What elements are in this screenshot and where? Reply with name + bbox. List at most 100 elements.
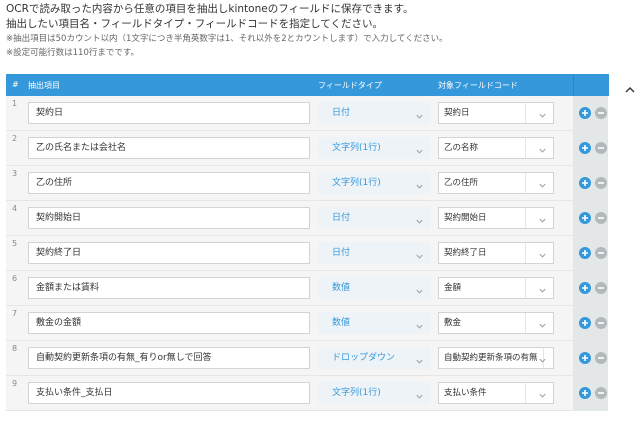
- intro-line-1: OCRで読み取った内容から任意の項目を抽出しkintoneのフィールドに保存でき…: [6, 3, 414, 15]
- table-row: 3 乙の住所 文字列(1行) 乙の住所: [6, 166, 608, 201]
- field-code-select[interactable]: 契約開始日: [438, 207, 554, 229]
- extract-item-input[interactable]: 契約日: [28, 102, 310, 124]
- chevron-down-icon: [538, 178, 547, 188]
- extract-item-input[interactable]: 自動契約更新条項の有無_有りor無しで回答: [28, 347, 310, 369]
- remove-row-minus-circle-icon[interactable]: [595, 212, 607, 224]
- remove-row-minus-circle-icon[interactable]: [595, 282, 607, 294]
- extract-item-input[interactable]: 金額または賃料: [28, 277, 310, 299]
- remove-row-minus-circle-icon[interactable]: [595, 352, 607, 364]
- field-code-value: 敷金: [444, 318, 462, 328]
- field-code-select[interactable]: 敷金: [438, 312, 554, 334]
- field-code-select[interactable]: 契約日: [438, 102, 554, 124]
- chevron-down-icon: [538, 283, 547, 293]
- header-item: 抽出項目: [28, 81, 60, 90]
- field-type-select[interactable]: 文字列(1行): [318, 172, 430, 194]
- add-row-plus-circle-icon[interactable]: [579, 247, 591, 259]
- chevron-down-icon: [538, 108, 547, 118]
- intro-text: OCRで読み取った内容から任意の項目を抽出しkintoneのフィールドに保存でき…: [6, 2, 626, 60]
- field-code-value: 乙の名称: [444, 143, 479, 153]
- collapse-chevron-up-icon[interactable]: [624, 80, 636, 93]
- remove-row-minus-circle-icon[interactable]: [595, 142, 607, 154]
- intro-note-2: ※設定可能行数は110行までです。: [6, 48, 139, 58]
- add-row-plus-circle-icon[interactable]: [579, 107, 591, 119]
- field-type-value: 数値: [332, 318, 351, 328]
- add-row-plus-circle-icon[interactable]: [579, 387, 591, 399]
- extract-item-input[interactable]: 敷金の金額: [28, 312, 310, 334]
- field-code-select[interactable]: 乙の住所: [438, 172, 554, 194]
- field-type-value: ドロップダウン: [332, 353, 396, 363]
- add-row-plus-circle-icon[interactable]: [579, 352, 591, 364]
- field-code-value: 契約開始日: [444, 213, 487, 223]
- row-number: 8: [12, 344, 18, 353]
- add-row-plus-circle-icon[interactable]: [579, 317, 591, 329]
- header-field-code: 対象フィールドコード: [438, 81, 518, 90]
- row-number: 9: [12, 379, 18, 388]
- select-divider: [525, 173, 526, 193]
- extract-item-input[interactable]: 契約開始日: [28, 207, 310, 229]
- field-type-value: 文字列(1行): [332, 143, 381, 153]
- table-body: 1 契約日 日付 契約日 2 乙の氏名または会社名 文字列(1行) 乙の名称 3 乙の住所 文字列(…: [6, 96, 608, 411]
- field-type-value: 文字列(1行): [332, 388, 381, 398]
- table-row: 1 契約日 日付 契約日: [6, 96, 608, 131]
- chevron-down-icon: [538, 248, 547, 258]
- field-type-select[interactable]: 日付: [318, 207, 430, 229]
- field-type-value: 日付: [332, 248, 351, 258]
- chevron-down-icon: [415, 283, 424, 294]
- field-code-value: 金額: [444, 283, 462, 293]
- field-code-select[interactable]: 自動契約更新条項の有無: [438, 347, 554, 369]
- field-type-select[interactable]: ドロップダウン: [318, 347, 430, 369]
- remove-row-minus-circle-icon[interactable]: [595, 317, 607, 329]
- field-code-select[interactable]: 金額: [438, 277, 554, 299]
- remove-row-minus-circle-icon[interactable]: [595, 387, 607, 399]
- remove-row-minus-circle-icon[interactable]: [595, 107, 607, 119]
- header-actions: [573, 74, 609, 96]
- field-code-value: 支払い条件: [444, 388, 487, 398]
- field-type-select[interactable]: 数値: [318, 312, 430, 334]
- field-code-select[interactable]: 支払い条件: [438, 382, 554, 404]
- add-row-plus-circle-icon[interactable]: [579, 282, 591, 294]
- field-type-value: 数値: [332, 283, 351, 293]
- chevron-down-icon: [415, 353, 424, 364]
- table-row: 7 敷金の金額 数値 敷金: [6, 306, 608, 341]
- remove-row-minus-circle-icon[interactable]: [595, 247, 607, 259]
- chevron-down-icon: [415, 248, 424, 259]
- table-row: 9 支払い条件_支払日 文字列(1行) 支払い条件: [6, 376, 608, 411]
- chevron-down-icon: [538, 213, 547, 223]
- row-number: 4: [12, 204, 18, 213]
- chevron-down-icon: [415, 213, 424, 224]
- field-code-select[interactable]: 契約終了日: [438, 242, 554, 264]
- chevron-down-icon: [538, 318, 547, 328]
- chevron-down-icon: [415, 178, 424, 189]
- select-divider: [525, 243, 526, 263]
- add-row-plus-circle-icon[interactable]: [579, 177, 591, 189]
- field-type-select[interactable]: 文字列(1行): [318, 382, 430, 404]
- field-type-select[interactable]: 日付: [318, 242, 430, 264]
- extract-item-input[interactable]: 契約終了日: [28, 242, 310, 264]
- extract-item-input[interactable]: 支払い条件_支払日: [28, 382, 310, 404]
- select-divider: [525, 138, 526, 158]
- field-type-select[interactable]: 文字列(1行): [318, 137, 430, 159]
- chevron-down-icon: [538, 388, 547, 398]
- field-type-select[interactable]: 数値: [318, 277, 430, 299]
- table-row: 2 乙の氏名または会社名 文字列(1行) 乙の名称: [6, 131, 608, 166]
- row-number: 2: [12, 134, 18, 143]
- field-type-select[interactable]: 日付: [318, 102, 430, 124]
- field-mapping-table: # 抽出項目 フィールドタイプ 対象フィールドコード 1 契約日 日付 契約日 2 乙の氏…: [6, 74, 609, 411]
- chevron-down-icon: [415, 318, 424, 329]
- extract-item-input[interactable]: 乙の氏名または会社名: [28, 137, 310, 159]
- chevron-down-icon: [415, 388, 424, 399]
- chevron-down-icon: [538, 143, 547, 153]
- row-number: 1: [12, 99, 18, 108]
- table-row: 4 契約開始日 日付 契約開始日: [6, 201, 608, 236]
- field-code-value: 乙の住所: [444, 178, 479, 188]
- row-number: 3: [12, 169, 18, 178]
- remove-row-minus-circle-icon[interactable]: [595, 177, 607, 189]
- field-code-select[interactable]: 乙の名称: [438, 137, 554, 159]
- extract-item-input[interactable]: 乙の住所: [28, 172, 310, 194]
- row-number: 5: [12, 239, 18, 248]
- add-row-plus-circle-icon[interactable]: [579, 212, 591, 224]
- field-type-value: 日付: [332, 213, 351, 223]
- row-number: 6: [12, 274, 18, 283]
- add-row-plus-circle-icon[interactable]: [579, 142, 591, 154]
- table-row: 8 自動契約更新条項の有無_有りor無しで回答 ドロップダウン 自動契約更新条項の有無: [6, 341, 608, 376]
